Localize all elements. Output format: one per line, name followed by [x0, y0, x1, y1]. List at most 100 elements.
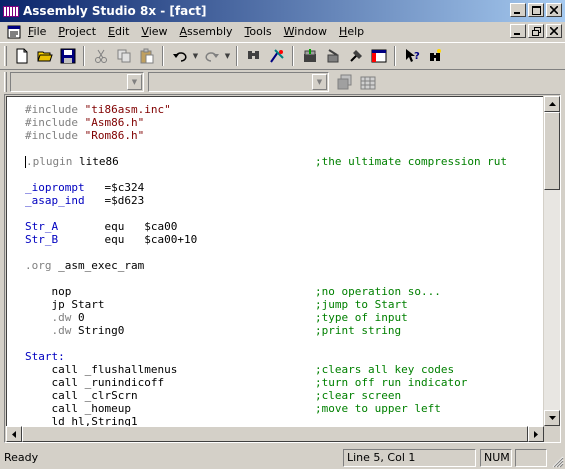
debug-icon [349, 50, 362, 62]
code-token: .plugin [26, 155, 79, 168]
svg-text:?: ? [414, 51, 420, 62]
window-icon [371, 49, 386, 63]
undo-dropdown[interactable]: ▼ [191, 45, 200, 67]
code-token: .dw [25, 311, 78, 324]
menu-window[interactable]: Window [278, 23, 333, 41]
code-line[interactable]: Str_B equ $ca00+10 [25, 233, 197, 246]
chevron-down-icon[interactable]: ▼ [312, 74, 327, 90]
windows-list-icon [337, 74, 351, 90]
code-line[interactable]: .dw 0 ;type of input [25, 311, 407, 324]
code-line[interactable]: #include "Asm86.h" [25, 116, 144, 129]
resize-grip-icon[interactable] [552, 456, 564, 468]
scroll-down-button[interactable] [544, 410, 560, 426]
code-editor[interactable]: #include "ti86asm.inc" #include "Asm86.h"… [6, 96, 543, 426]
code-line[interactable]: call _runindicoff ;turn off run indicator [25, 376, 467, 389]
context-help-button[interactable]: ? [400, 45, 423, 67]
menu-file[interactable]: File [22, 23, 52, 41]
arrow-right-icon [534, 430, 538, 438]
paste-button[interactable] [135, 45, 158, 67]
vertical-scroll-thumb[interactable] [544, 112, 560, 190]
toolbar-grip[interactable] [4, 72, 7, 92]
code-line[interactable]: call _clrScrn ;clear screen [25, 389, 401, 402]
close-button[interactable] [546, 3, 562, 17]
copy-button[interactable] [112, 45, 135, 67]
code-token: ld hl,String1 [25, 415, 138, 426]
menu-project[interactable]: Project [52, 23, 102, 41]
new-file-icon [16, 48, 27, 64]
maximize-button[interactable] [528, 3, 544, 17]
num-lock-indicator: NUM [484, 451, 510, 464]
code-comment: ;turn off run indicator [315, 376, 468, 389]
replace-icon [269, 49, 284, 63]
cut-button[interactable] [89, 45, 112, 67]
code-line[interactable]: _ioprompt =$c324 [25, 181, 144, 194]
horizontal-scrollbar[interactable] [6, 426, 544, 442]
code-token: _ioprompt [25, 181, 85, 194]
code-line[interactable]: #include "Rom86.h" [25, 129, 144, 142]
second-combo[interactable]: ▼ [148, 72, 329, 92]
code-token: Str_B [25, 233, 59, 246]
title-bar[interactable]: Assembly Studio 8x - [fact] [0, 0, 565, 22]
code-token: #include [25, 116, 85, 129]
child-minimize-button[interactable] [510, 24, 526, 38]
menu-assembly[interactable]: Assembly [174, 23, 239, 41]
code-line[interactable]: .dw String0 ;print string [25, 324, 401, 337]
chevron-down-icon[interactable]: ▼ [127, 74, 142, 90]
code-line[interactable]: call _flushallmenus ;clears all key codes [25, 363, 454, 376]
code-line[interactable]: Str_A equ $ca00 [25, 220, 177, 233]
search-help-button[interactable] [423, 45, 446, 67]
open-button[interactable] [33, 45, 56, 67]
scroll-right-button[interactable] [528, 426, 544, 442]
code-line[interactable]: _asap_ind =$d623 [25, 194, 144, 207]
redo-button[interactable] [200, 45, 223, 67]
code-line[interactable]: jp Start ;jump to Start [25, 298, 407, 311]
code-comment: ;clears all key codes [315, 363, 455, 376]
replace-button[interactable] [265, 45, 288, 67]
code-token: #include [25, 103, 85, 116]
code-line[interactable]: nop ;no operation so... [25, 285, 440, 298]
child-restore-button[interactable] [528, 24, 544, 38]
build-button[interactable] [321, 45, 344, 67]
code-line[interactable]: .org _asm_exec_ram [25, 259, 144, 272]
horizontal-scroll-thumb[interactable] [22, 426, 528, 442]
scrollbar-corner [544, 426, 560, 442]
restore-icon [531, 26, 541, 36]
cursor-position-panel: Line 5, Col 1 [343, 449, 476, 467]
window-button[interactable] [367, 45, 390, 67]
first-combo[interactable]: ▼ [10, 72, 144, 92]
debug-button[interactable] [344, 45, 367, 67]
scroll-up-button[interactable] [544, 96, 560, 112]
code-line[interactable]: Start: [25, 350, 65, 363]
search-help-icon [429, 49, 441, 61]
app-icon[interactable] [3, 3, 19, 19]
code-line[interactable]: .plugin lite86 ;the ultimate compression … [25, 155, 507, 168]
scroll-left-button[interactable] [6, 426, 22, 442]
status-panel-empty [515, 449, 547, 467]
assemble-button[interactable] [298, 45, 321, 67]
code-line[interactable]: ld hl,String1 [25, 415, 138, 426]
combo-toolbar: ▼ ▼ [0, 70, 565, 94]
new-file-button[interactable] [10, 45, 33, 67]
vertical-scrollbar[interactable] [544, 96, 560, 426]
menu-edit[interactable]: Edit [102, 23, 135, 41]
undo-button[interactable] [168, 45, 191, 67]
save-button[interactable] [56, 45, 79, 67]
code-token: _asap_ind [25, 194, 85, 207]
table-button[interactable] [356, 71, 379, 93]
list-window-button[interactable] [333, 71, 356, 93]
menu-view[interactable]: View [135, 23, 173, 41]
code-token: _asm_exec_ram [58, 259, 145, 272]
redo-dropdown[interactable]: ▼ [223, 45, 232, 67]
toolbar-grip[interactable] [4, 46, 7, 66]
document-icon[interactable] [6, 24, 22, 40]
find-button[interactable] [242, 45, 265, 67]
code-token: equ $ca00 [58, 220, 178, 233]
toolbar-separator [394, 46, 396, 66]
minimize-button[interactable] [510, 3, 526, 17]
menu-tools[interactable]: Tools [239, 23, 278, 41]
menu-help[interactable]: Help [333, 23, 370, 41]
child-close-button[interactable] [546, 24, 562, 38]
code-token: .dw [25, 324, 78, 337]
code-line[interactable]: call _homeup ;move to upper left [25, 402, 440, 415]
code-line[interactable]: #include "ti86asm.inc" [25, 103, 171, 116]
